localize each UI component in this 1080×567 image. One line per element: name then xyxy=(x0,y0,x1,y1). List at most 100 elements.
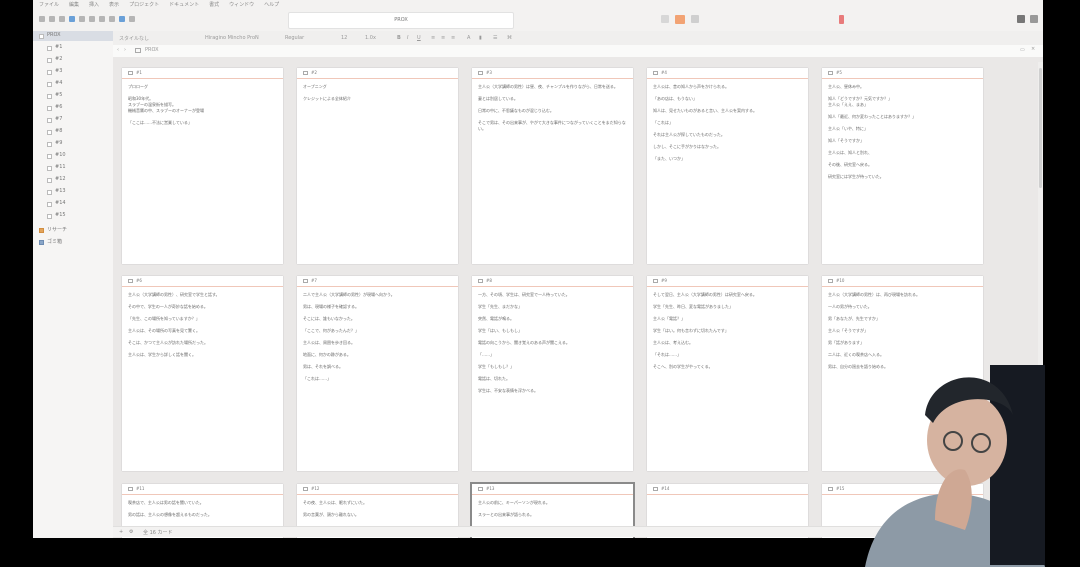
toolbar: PROX xyxy=(33,9,1043,32)
menu-item[interactable]: ファイル xyxy=(39,1,59,8)
sidebar-item-10[interactable]: #10 xyxy=(33,151,113,161)
forward-icon[interactable] xyxy=(79,16,85,22)
list-icon[interactable]: ☰ xyxy=(493,35,497,41)
index-card[interactable]: #9 そして翌日、主人公（大学講師の男性）は研究室へ戻る。 学生「先生、昨日、変… xyxy=(647,276,808,471)
close-editor-icon[interactable]: × xyxy=(1031,46,1035,52)
card-synopsis[interactable]: 主人公（大学講師の男性）は昼、夜、チャンプルを作りながら、日常を送る。 妻とは別… xyxy=(472,79,633,137)
outline-icon[interactable] xyxy=(129,16,135,22)
font-weight-select[interactable]: Regular xyxy=(285,35,304,41)
sidebar-item-14[interactable]: #14 xyxy=(33,199,113,209)
sidebar-item-1[interactable]: #1 xyxy=(33,43,113,53)
menu-item[interactable]: ヘルプ xyxy=(264,1,279,8)
card-synopsis[interactable]: 主人公（大学講師の男性）、研究室で学生と話す。 その中で、学生の一人が奇妙な話を… xyxy=(122,287,283,363)
card-synopsis[interactable]: プロローグ 昭和30年代。 スラブーの温泉街を描写。 機械音響の中、スラブーのオ… xyxy=(122,79,283,131)
index-card[interactable]: #6 主人公（大学講師の男性）、研究室で学生と話す。 その中で、学生の一人が奇妙… xyxy=(122,276,283,471)
card-synopsis[interactable]: その夜、主人公は、眠れずにいた。 男の言葉が、頭から離れない。 xyxy=(297,495,458,523)
menu-item[interactable]: 挿入 xyxy=(89,1,99,8)
split-view-icon[interactable]: ▭ xyxy=(1020,47,1025,53)
link-icon[interactable]: ⌘ xyxy=(507,35,512,41)
card-synopsis[interactable]: 一方、その頃、学生は、研究室で一人待っていた。 学生「先生、まだかな」 突然、電… xyxy=(472,287,633,399)
line-spacing-select[interactable]: 1.0x xyxy=(365,35,376,41)
highlight-icon[interactable]: ▮ xyxy=(479,35,482,41)
sidebar-item-3[interactable]: #3 xyxy=(33,67,113,77)
index-card[interactable]: #1 プロローグ 昭和30年代。 スラブーの温泉街を描写。 機械音響の中、スラブ… xyxy=(122,68,283,264)
card-synopsis[interactable] xyxy=(647,495,808,505)
corkboard-view-icon[interactable] xyxy=(675,15,685,24)
card-synopsis[interactable]: そして翌日、主人公（大学講師の男性）は研究室へ戻る。 学生「先生、昨日、変な電話… xyxy=(647,287,808,375)
document-icon xyxy=(47,202,52,207)
sidebar-item-15[interactable]: #15 xyxy=(33,211,113,221)
card-synopsis[interactable]: オープニング クレジットによる全体紹介 xyxy=(297,79,458,107)
sidebar-item-6[interactable]: #6 xyxy=(33,103,113,113)
view-mode-icon[interactable] xyxy=(661,15,669,23)
menu-item[interactable]: プロジェクト xyxy=(129,1,159,8)
add-icon[interactable] xyxy=(49,16,55,22)
document-icon xyxy=(828,487,833,491)
nav-back-icon[interactable]: ‹ xyxy=(117,47,119,53)
menu-item[interactable]: 書式 xyxy=(209,1,219,8)
sidebar-item-4[interactable]: #4 xyxy=(33,79,113,89)
sidebar-item-5[interactable]: #5 xyxy=(33,91,113,101)
card-synopsis[interactable]: 主人公の前に、キーパーソンが現れる。 スラーとの出来事が語られる。 xyxy=(472,495,633,523)
sidebar-item-8[interactable]: #8 xyxy=(33,127,113,137)
card-synopsis[interactable]: 二人で主人公（大学講師の男性）が現場へ向かう。 男は、現場の様子を確認する。 そ… xyxy=(297,287,458,387)
sidebar-item-trash[interactable]: ゴミ箱 xyxy=(33,237,113,247)
menu-item[interactable]: 表示 xyxy=(109,1,119,8)
font-size-select[interactable]: 12 xyxy=(341,35,347,41)
card-header: #13 xyxy=(472,484,633,495)
align-center-icon[interactable]: ≡ xyxy=(441,35,445,41)
index-card[interactable]: #7 二人で主人公（大学講師の男性）が現場へ向かう。 男は、現場の様子を確認する… xyxy=(297,276,458,471)
search-icon[interactable] xyxy=(109,16,115,22)
menu-item[interactable]: ドキュメント xyxy=(169,1,199,8)
compose-icon[interactable] xyxy=(89,16,95,22)
document-icon xyxy=(47,166,52,171)
back-icon[interactable] xyxy=(69,16,75,22)
index-card[interactable]: #4 主人公は、昔の知人から声をかけられる。 「あの店は、もうない」 知人は、見… xyxy=(647,68,808,264)
card-synopsis[interactable]: 喫茶店で、主人公は男の話を聞いていた。 男の話は、主人公の想像を超えるものだった… xyxy=(122,495,283,523)
settings-gear-icon[interactable]: ⚙ xyxy=(129,529,133,535)
nav-forward-icon[interactable]: › xyxy=(124,47,126,53)
italic-icon[interactable]: I xyxy=(407,35,408,41)
sidebar-item-11[interactable]: #11 xyxy=(33,163,113,173)
scrivenings-icon[interactable] xyxy=(119,16,125,22)
sidebar-item-12[interactable]: #12 xyxy=(33,175,113,185)
text-color-icon[interactable]: A xyxy=(467,35,470,41)
menu-item[interactable]: 編集 xyxy=(69,1,79,8)
bookmark-icon[interactable] xyxy=(839,15,844,24)
card-synopsis[interactable]: 主人公は、昔の知人から声をかけられる。 「あの店は、もうない」 知人は、見せたい… xyxy=(647,79,808,167)
add-card-icon[interactable]: + xyxy=(119,529,123,535)
scrollbar-thumb[interactable] xyxy=(1039,68,1042,188)
compile-icon[interactable] xyxy=(1017,15,1025,23)
settings-icon[interactable] xyxy=(1030,15,1038,23)
index-card[interactable]: #2 オープニング クレジットによる全体紹介 xyxy=(297,68,458,264)
trash-icon[interactable] xyxy=(99,16,105,22)
path-folder-icon xyxy=(135,48,141,53)
card-header: #12 xyxy=(297,484,458,495)
bold-icon[interactable]: B xyxy=(397,35,401,41)
sidebar-item-7[interactable]: #7 xyxy=(33,115,113,125)
folder-icon[interactable] xyxy=(59,16,65,22)
sidebar-item-13[interactable]: #13 xyxy=(33,187,113,197)
document-icon xyxy=(303,279,308,283)
underline-icon[interactable]: U xyxy=(417,35,421,41)
card-synopsis[interactable]: 主人公、昼休み中。 知人「どうですか？元気ですか？」 主人公「ええ、まあ」 知人… xyxy=(822,79,983,185)
menu-item[interactable]: ウィンドウ xyxy=(229,1,254,8)
font-family-select[interactable]: Hiragino Mincho ProN xyxy=(205,35,259,41)
document-icon xyxy=(128,279,133,283)
style-select[interactable]: スタイルなし xyxy=(119,35,149,42)
document-icon xyxy=(47,154,52,159)
index-card[interactable]: #3 主人公（大学講師の男性）は昼、夜、チャンプルを作りながら、日常を送る。 妻… xyxy=(472,68,633,264)
sidebar-item-research[interactable]: リサーチ xyxy=(33,225,113,235)
outliner-view-icon[interactable] xyxy=(691,15,699,23)
sidebar-item-2[interactable]: #2 xyxy=(33,55,113,65)
binder-toggle-icon[interactable] xyxy=(39,16,45,22)
index-card[interactable]: #8 一方、その頃、学生は、研究室で一人待っていた。 学生「先生、まだかな」 突… xyxy=(472,276,633,471)
align-right-icon[interactable]: ≡ xyxy=(451,35,455,41)
sidebar-item-9[interactable]: #9 xyxy=(33,139,113,149)
align-left-icon[interactable]: ≡ xyxy=(431,35,435,41)
card-header: #10 xyxy=(822,276,983,287)
document-icon xyxy=(47,190,52,195)
sidebar-item-draft[interactable]: PROX xyxy=(33,31,113,41)
document-icon xyxy=(47,118,52,123)
index-card[interactable]: #5 主人公、昼休み中。 知人「どうですか？元気ですか？」 主人公「ええ、まあ」… xyxy=(822,68,983,264)
